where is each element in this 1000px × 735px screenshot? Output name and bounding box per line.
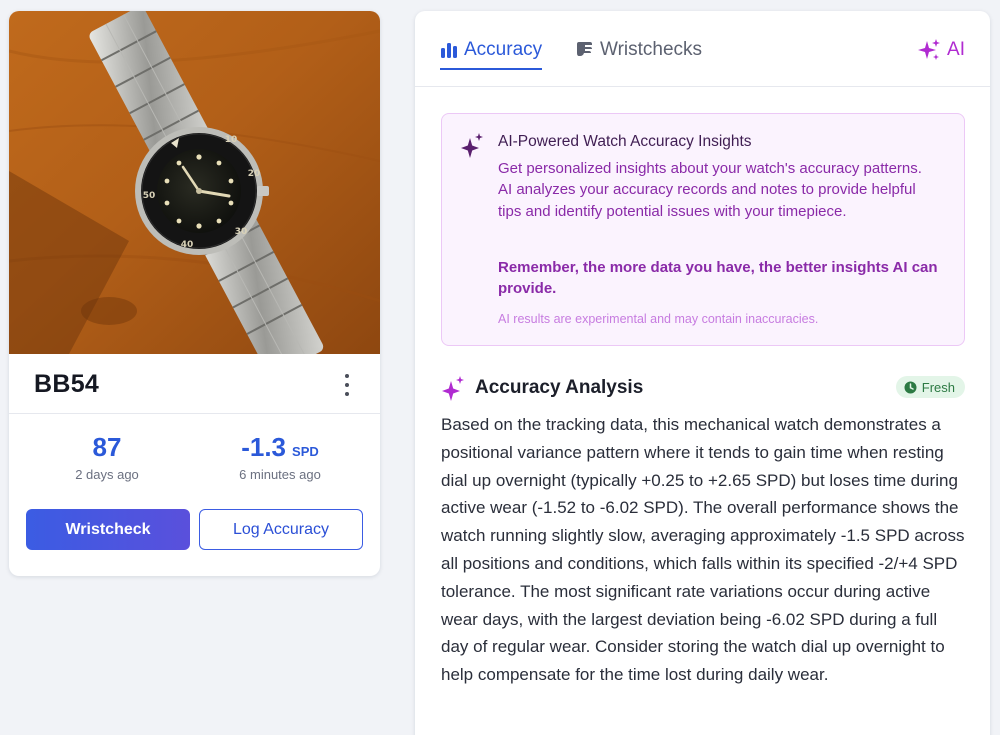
analysis-body: Based on the tracking data, this mechani… xyxy=(441,415,965,685)
info-emphasis: Remember, the more data you have, the be… xyxy=(498,259,938,298)
watch-photo[interactable]: 10 20 30 40 50 xyxy=(9,11,380,354)
watch-header: BB54 xyxy=(9,354,380,414)
watch-name: BB54 xyxy=(34,370,100,398)
insights-panel: Accuracy Wristchecks AI AI-Powered Watch… xyxy=(415,11,990,735)
tab-ai[interactable]: AI xyxy=(917,31,965,69)
tab-wristchecks[interactable]: Wristchecks xyxy=(575,31,702,69)
info-disclaimer: AI results are experimental and may cont… xyxy=(498,312,819,326)
svg-text:10: 10 xyxy=(225,135,238,145)
info-description: Get personalized insights about your wat… xyxy=(498,160,922,220)
tab-wristchecks-label: Wristchecks xyxy=(600,39,703,60)
sparkle-icon xyxy=(461,133,483,158)
analysis-header: Accuracy Analysis Fresh xyxy=(441,373,965,403)
accuracy-count-label: 2 days ago xyxy=(75,466,139,482)
info-title: AI-Powered Watch Accuracy Insights xyxy=(498,133,752,150)
log-accuracy-button[interactable]: Log Accuracy xyxy=(199,509,363,550)
current-rate-unit: SPD xyxy=(292,444,319,459)
analysis-title: Accuracy Analysis xyxy=(475,377,644,398)
watch-card: 10 20 30 40 50 BB54 87 2 days ago -1.3 S… xyxy=(9,11,380,576)
clock-icon xyxy=(904,381,917,393)
sparkle-icon xyxy=(442,376,464,401)
current-rate-value: -1.3 xyxy=(241,432,287,462)
accuracy-count-stat: 87 2 days ago xyxy=(17,433,197,482)
fresh-badge: Fresh xyxy=(895,376,965,398)
svg-text:30: 30 xyxy=(235,227,248,237)
tab-ai-label: AI xyxy=(947,39,965,60)
tab-accuracy-label: Accuracy xyxy=(464,39,543,60)
accuracy-count-value: 87 xyxy=(92,432,122,462)
svg-text:20: 20 xyxy=(248,169,261,179)
more-options-icon[interactable] xyxy=(340,374,354,396)
bar-chart-icon xyxy=(441,43,457,58)
fresh-badge-label: Fresh xyxy=(921,379,955,395)
wristcheck-button[interactable]: Wristcheck xyxy=(26,509,190,550)
tab-bar: Accuracy Wristchecks AI xyxy=(415,11,990,87)
sparkle-icon xyxy=(918,39,941,60)
hand-icon xyxy=(577,42,592,56)
tab-accuracy[interactable]: Accuracy xyxy=(440,31,543,70)
svg-text:50: 50 xyxy=(143,191,156,201)
current-rate-label: 6 minutes ago xyxy=(239,466,321,482)
ai-info-box: AI-Powered Watch Accuracy Insights Get p… xyxy=(441,113,965,346)
current-rate-stat: -1.3 SPD 6 minutes ago xyxy=(190,433,370,482)
svg-text:40: 40 xyxy=(181,240,194,250)
